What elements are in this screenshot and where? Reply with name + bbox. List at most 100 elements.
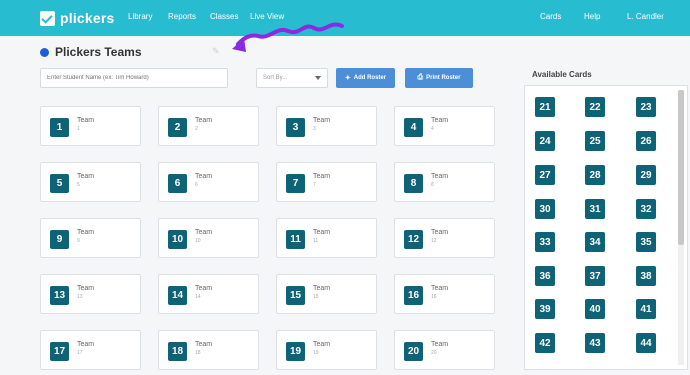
team-card-number: 12: [404, 230, 423, 249]
team-name: Team: [195, 229, 213, 236]
team-card-number: 17: [50, 342, 69, 361]
add-roster-label: Add Roster: [353, 75, 387, 81]
team-subnumber: 2: [195, 126, 198, 132]
team-card[interactable]: 2 Team 2: [158, 106, 259, 146]
team-card-number: 3: [286, 118, 305, 137]
nav-link-cards[interactable]: Cards: [540, 12, 561, 21]
team-card[interactable]: 8 Team 8: [394, 162, 495, 202]
team-card[interactable]: 7 Team 7: [276, 162, 377, 202]
brand-name: plickers: [60, 10, 115, 26]
team-card[interactable]: 10 Team 10: [158, 218, 259, 258]
team-card[interactable]: 20 Team 20: [394, 330, 495, 370]
available-card[interactable]: 40: [585, 299, 605, 319]
available-card[interactable]: 23: [636, 97, 656, 117]
team-card[interactable]: 12 Team 12: [394, 218, 495, 258]
available-card[interactable]: 31: [585, 199, 605, 219]
available-card[interactable]: 37: [585, 266, 605, 286]
team-card-number: 15: [286, 286, 305, 305]
available-card[interactable]: 30: [535, 199, 555, 219]
available-card[interactable]: 33: [535, 232, 555, 252]
team-name: Team: [431, 117, 449, 124]
team-card-number: 9: [50, 230, 69, 249]
print-roster-button[interactable]: ⎙ Print Roster: [405, 68, 473, 88]
team-name: Team: [195, 173, 213, 180]
team-card-number: 2: [168, 118, 187, 137]
team-card-number: 8: [404, 174, 423, 193]
print-roster-label: Print Roster: [426, 75, 461, 81]
team-name: Team: [77, 229, 95, 236]
team-card-number: 16: [404, 286, 423, 305]
team-card[interactable]: 5 Team 5: [40, 162, 141, 202]
plickers-logo[interactable]: plickers: [40, 9, 115, 27]
team-subnumber: 15: [313, 294, 319, 300]
available-card[interactable]: 25: [585, 131, 605, 151]
team-card[interactable]: 17 Team 17: [40, 330, 141, 370]
top-nav-bar: plickers Library Reports Classes Live Vi…: [0, 0, 690, 36]
available-card[interactable]: 39: [535, 299, 555, 319]
available-card[interactable]: 36: [535, 266, 555, 286]
magic-wand-icon: ✦: [344, 75, 351, 82]
available-cards-scrollbar[interactable]: [678, 90, 684, 365]
team-card[interactable]: 16 Team 16: [394, 274, 495, 314]
sort-by-select[interactable]: Sort By...: [256, 68, 328, 88]
student-search-input[interactable]: [40, 68, 228, 88]
team-name: Team: [313, 117, 331, 124]
available-card[interactable]: 24: [535, 131, 555, 151]
team-card[interactable]: 18 Team 18: [158, 330, 259, 370]
team-card-number: 5: [50, 174, 69, 193]
pencil-icon[interactable]: ✎: [212, 46, 220, 57]
available-card[interactable]: 35: [636, 232, 656, 252]
chevron-down-icon: [315, 76, 321, 80]
available-card[interactable]: 21: [535, 97, 555, 117]
team-name: Team: [431, 341, 449, 348]
team-subnumber: 8: [431, 182, 434, 188]
team-card[interactable]: 14 Team 14: [158, 274, 259, 314]
nav-link-library[interactable]: Library: [128, 12, 152, 21]
team-subnumber: 14: [195, 294, 201, 300]
purple-arrow-annotation: [232, 22, 344, 52]
team-card[interactable]: 3 Team 3: [276, 106, 377, 146]
available-card[interactable]: 26: [636, 131, 656, 151]
team-name: Team: [77, 341, 95, 348]
available-card[interactable]: 28: [585, 165, 605, 185]
available-card[interactable]: 34: [585, 232, 605, 252]
available-card[interactable]: 41: [636, 299, 656, 319]
available-card[interactable]: 44: [636, 333, 656, 353]
available-card[interactable]: 29: [636, 165, 656, 185]
team-subnumber: 1: [77, 126, 80, 132]
team-card[interactable]: 4 Team 4: [394, 106, 495, 146]
team-card[interactable]: 6 Team 6: [158, 162, 259, 202]
team-subnumber: 11: [313, 238, 319, 244]
team-card-number: 4: [404, 118, 423, 137]
page-title: Plickers Teams: [55, 45, 142, 59]
available-card[interactable]: 32: [636, 199, 656, 219]
plickers-check-icon: [40, 10, 55, 26]
team-card[interactable]: 11 Team 11: [276, 218, 377, 258]
nav-user-name[interactable]: L. Candler: [627, 12, 664, 21]
team-name: Team: [195, 285, 213, 292]
team-card[interactable]: 9 Team 9: [40, 218, 141, 258]
available-cards-panel: [524, 85, 688, 370]
available-card[interactable]: 22: [585, 97, 605, 117]
team-card-number: 10: [168, 230, 187, 249]
team-card[interactable]: 15 Team 15: [276, 274, 377, 314]
scrollbar-thumb[interactable]: [678, 90, 684, 245]
team-name: Team: [77, 285, 95, 292]
available-card[interactable]: 43: [585, 333, 605, 353]
team-name: Team: [195, 117, 213, 124]
nav-link-help[interactable]: Help: [584, 12, 600, 21]
team-name: Team: [313, 229, 331, 236]
add-roster-button[interactable]: ✦ Add Roster: [336, 68, 395, 88]
available-cards-title: Available Cards: [532, 70, 592, 79]
team-card[interactable]: 13 Team 13: [40, 274, 141, 314]
team-subnumber: 17: [77, 350, 83, 356]
team-card[interactable]: 19 Team 19: [276, 330, 377, 370]
team-name: Team: [195, 341, 213, 348]
available-card[interactable]: 38: [636, 266, 656, 286]
team-card[interactable]: 1 Team 1: [40, 106, 141, 146]
available-card[interactable]: 27: [535, 165, 555, 185]
team-card-number: 13: [50, 286, 69, 305]
nav-link-reports[interactable]: Reports: [168, 12, 196, 21]
available-card[interactable]: 42: [535, 333, 555, 353]
section-color-dot: [40, 48, 49, 57]
